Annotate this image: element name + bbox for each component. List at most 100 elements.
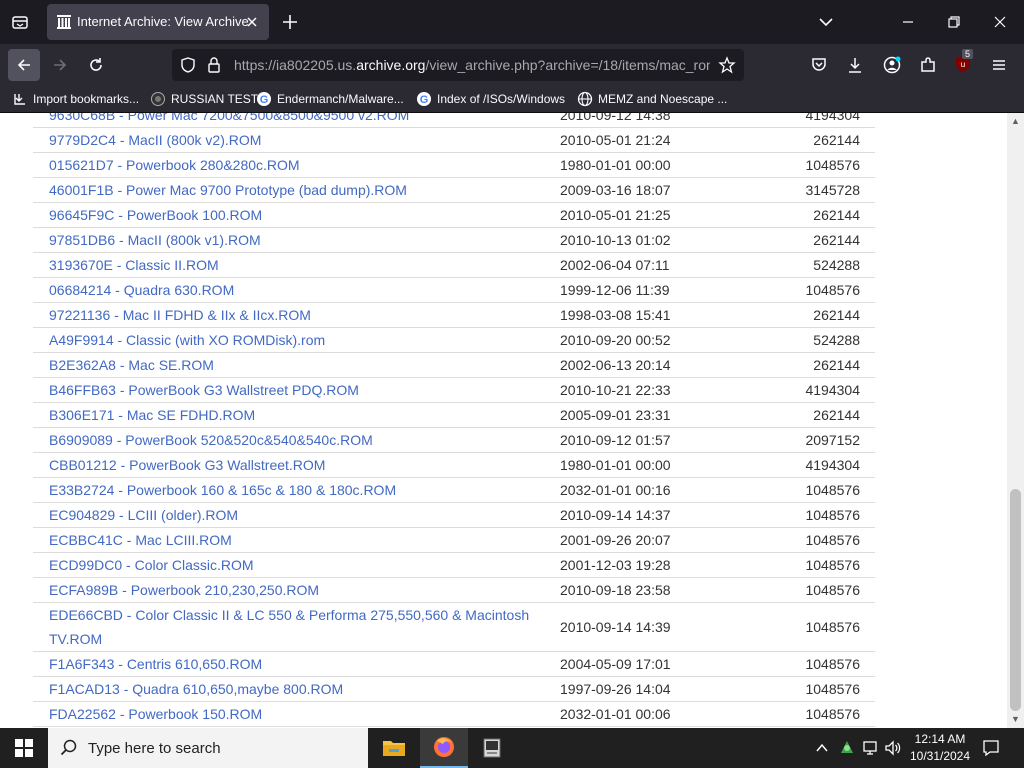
file-link[interactable]: A49F9914 - Classic (with XO ROMDisk).rom (49, 332, 325, 348)
bookmark-import[interactable]: Import bookmarks... (12, 90, 139, 108)
list-all-tabs-button[interactable] (8, 10, 32, 34)
bookmark-endermanch[interactable]: G Endermanch/Malware... (256, 90, 404, 108)
scroll-up-arrow-icon[interactable]: ▲ (1010, 116, 1021, 127)
file-date-cell: 2010-09-12 01:57 (560, 427, 775, 453)
file-date-cell: 2010-10-13 01:02 (560, 227, 775, 253)
file-link[interactable]: EC904829 - LCIII (older).ROM (49, 507, 238, 523)
file-name-cell: 96645F9C - PowerBook 100.ROM (33, 202, 560, 228)
computer-app-icon (483, 738, 501, 758)
firefox-taskbar-button[interactable] (420, 728, 468, 768)
file-date-cell: 2010-05-01 21:24 (560, 127, 775, 153)
file-size-cell: 4194304 (775, 377, 875, 403)
scroll-down-arrow-icon[interactable]: ▼ (1010, 714, 1021, 725)
url-text[interactable]: https://ia802205.us.archive.org/view_arc… (234, 57, 710, 73)
file-link[interactable]: 3193670E - Classic II.ROM (49, 257, 219, 273)
taskbar-search-box[interactable]: Type here to search (48, 728, 368, 768)
volume-icon[interactable] (884, 739, 902, 757)
back-button[interactable] (8, 49, 40, 81)
file-link[interactable]: B6909089 - PowerBook 520&520c&540&540c.R… (49, 432, 373, 448)
new-tab-icon[interactable] (280, 12, 300, 32)
file-link[interactable]: 06684214 - Quadra 630.ROM (49, 282, 234, 298)
menu-icon[interactable] (990, 56, 1008, 74)
file-name-cell: B306E171 - Mac SE FDHD.ROM (33, 402, 560, 428)
scrollbar-thumb[interactable] (1010, 489, 1021, 711)
file-name-cell: 015621D7 - Powerbook 280&280c.ROM (33, 152, 560, 178)
table-row: B306E171 - Mac SE FDHD.ROM 2005-09-01 23:… (33, 402, 875, 428)
minimize-icon[interactable] (898, 12, 918, 32)
file-name-cell: 9630C68B - Power Mac 7200&7500&8500&9500… (33, 113, 560, 128)
file-link[interactable]: 97221136 - Mac II FDHD & IIx & IIcx.ROM (49, 307, 311, 323)
download-icon[interactable] (846, 56, 864, 74)
system-clock[interactable]: 12:14 AM 10/31/2024 (904, 731, 976, 765)
ublock-button[interactable]: u 5 (954, 49, 974, 75)
restore-icon[interactable] (944, 12, 964, 32)
app-tray-icon[interactable] (838, 739, 856, 757)
windows-logo-icon (15, 739, 33, 757)
file-date-cell: 2010-09-14 14:37 (560, 502, 775, 528)
bookmark-star-icon[interactable] (718, 56, 736, 74)
file-link[interactable]: ECD99DC0 - Color Classic.ROM (49, 557, 254, 573)
lock-icon[interactable] (206, 56, 222, 74)
table-row: 9630C68B - Power Mac 7200&7500&8500&9500… (33, 113, 875, 128)
app-taskbar-button[interactable] (468, 728, 516, 768)
file-link[interactable]: 9779D2C4 - MacII (800k v2).ROM (49, 132, 261, 148)
file-date-cell: 2010-09-12 14:38 (560, 113, 775, 128)
file-size-cell: 2097152 (775, 427, 875, 453)
file-date-cell: 2009-03-16 18:07 (560, 177, 775, 203)
file-link[interactable]: 9630C68B - Power Mac 7200&7500&8500&9500… (49, 113, 409, 123)
file-explorer-taskbar-button[interactable] (370, 728, 418, 768)
notification-icon[interactable] (982, 739, 1000, 757)
shield-icon[interactable] (180, 57, 196, 73)
address-bar[interactable]: https://ia802205.us.archive.org/view_arc… (172, 49, 744, 81)
file-link[interactable]: FDA22562 - Powerbook 150.ROM (49, 706, 262, 722)
file-link[interactable]: EDE66CBD - Color Classic II & LC 550 & P… (49, 607, 529, 647)
bookmark-memz[interactable]: MEMZ and Noescape ... (577, 90, 727, 108)
file-link[interactable]: CBB01212 - PowerBook G3 Wallstreet.ROM (49, 457, 325, 473)
forward-button[interactable] (44, 49, 76, 81)
file-date-cell: 2010-09-20 00:52 (560, 327, 775, 353)
file-link[interactable]: B46FFB63 - PowerBook G3 Wallstreet PDQ.R… (49, 382, 359, 398)
file-link[interactable]: 97851DB6 - MacII (800k v1).ROM (49, 232, 261, 248)
extensions-icon[interactable] (919, 56, 937, 74)
reload-button[interactable] (80, 49, 112, 81)
import-icon (14, 94, 25, 105)
file-date-cell: 1999-12-06 11:39 (560, 277, 775, 303)
network-icon[interactable] (862, 739, 880, 757)
file-name-cell: A49F9914 - Classic (with XO ROMDisk).rom (33, 327, 560, 353)
bookmark-russian-test[interactable]: RUSSIAN TEST (150, 90, 258, 108)
table-row: 97851DB6 - MacII (800k v1).ROM 2010-10-13… (33, 227, 875, 253)
table-row: ECD99DC0 - Color Classic.ROM 2001-12-03 1… (33, 552, 875, 578)
file-name-cell: ECFA989B - Powerbook 210,230,250.ROM (33, 577, 560, 603)
chevron-down-icon[interactable] (816, 12, 836, 32)
close-window-icon[interactable] (990, 12, 1010, 32)
tab-internet-archive[interactable]: Internet Archive: View Archive (47, 4, 269, 40)
file-link[interactable]: B2E362A8 - Mac SE.ROM (49, 357, 214, 373)
file-name-cell: 3193670E - Classic II.ROM (33, 252, 560, 278)
bookmark-isos-windows[interactable]: G Index of /ISOs/Windows (416, 90, 565, 108)
pocket-icon[interactable] (810, 56, 828, 74)
file-link[interactable]: 96645F9C - PowerBook 100.ROM (49, 207, 262, 223)
file-link[interactable]: B306E171 - Mac SE FDHD.ROM (49, 407, 255, 423)
clock-date: 10/31/2024 (909, 749, 971, 763)
account-icon[interactable] (883, 56, 901, 74)
file-link[interactable]: E33B2724 - Powerbook 160 & 165c & 180 & … (49, 482, 396, 498)
file-link[interactable]: 015621D7 - Powerbook 280&280c.ROM (49, 157, 300, 173)
file-date-cell: 1997-09-26 14:04 (560, 676, 775, 702)
start-button[interactable] (0, 728, 48, 768)
file-link[interactable]: 46001F1B - Power Mac 9700 Prototype (bad… (49, 182, 407, 198)
file-link[interactable]: ECFA989B - Powerbook 210,230,250.ROM (49, 582, 319, 598)
file-size-cell: 524288 (775, 252, 875, 278)
file-link[interactable]: ECBBC41C - Mac LCIII.ROM (49, 532, 232, 548)
chevron-up-icon[interactable] (815, 741, 829, 755)
close-tab-icon[interactable] (245, 15, 259, 29)
file-link[interactable]: F1ACAD13 - Quadra 610,650,maybe 800.ROM (49, 681, 343, 697)
google-icon: G (417, 92, 431, 106)
table-row: 9779D2C4 - MacII (800k v2).ROM 2010-05-01… (33, 127, 875, 153)
file-size-cell: 1048576 (775, 676, 875, 702)
file-name-cell: EC904829 - LCIII (older).ROM (33, 502, 560, 528)
file-size-cell: 1048576 (775, 152, 875, 178)
file-date-cell: 2004-05-09 17:01 (560, 651, 775, 677)
table-row: EDE66CBD - Color Classic II & LC 550 & P… (33, 602, 875, 652)
vertical-scrollbar[interactable]: ▲ ▼ (1007, 113, 1024, 728)
file-link[interactable]: F1A6F343 - Centris 610,650.ROM (49, 656, 262, 672)
